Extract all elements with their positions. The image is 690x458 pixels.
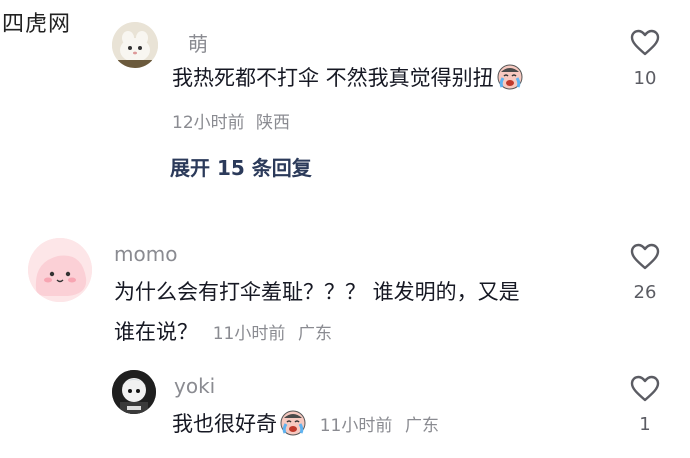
like-count: 10 xyxy=(633,68,657,89)
avatar-pink-blob-image xyxy=(28,238,92,302)
avatar[interactable] xyxy=(112,22,158,68)
crying-face-icon xyxy=(279,408,307,449)
crying-face-icon xyxy=(496,62,524,103)
avatar[interactable] xyxy=(112,370,156,414)
comment-text-line-with-meta: 谁在说？ 11小时前 广东 xyxy=(114,312,594,354)
heart-icon xyxy=(630,243,660,270)
like-button[interactable]: 1 xyxy=(615,374,675,435)
like-button[interactable]: 26 xyxy=(615,242,675,303)
comment-meta: 12小时前 陕西 xyxy=(172,108,290,133)
comment-text-line: 为什么会有打伞羞耻？？？ 谁发明的，又是 xyxy=(114,280,520,304)
comment-text-body: 我热死都不打伞 不然我真觉得别扭 xyxy=(172,66,494,90)
comment-time: 11小时前 xyxy=(319,416,393,436)
like-count: 26 xyxy=(633,282,657,303)
avatar-character-image xyxy=(112,370,156,414)
watermark: 四虎网 xyxy=(2,12,72,37)
comment-time: 11小时前 xyxy=(212,324,286,344)
heart-icon xyxy=(630,375,660,402)
like-button[interactable]: 10 xyxy=(615,28,675,89)
avatar-cat-image xyxy=(112,22,158,68)
expand-replies-button[interactable]: 展开 15 条回复 xyxy=(170,152,312,181)
username[interactable]: 萌 xyxy=(188,28,208,57)
username[interactable]: yoki xyxy=(174,374,215,398)
comment-text: 为什么会有打伞羞耻？？？ 谁发明的，又是 谁在说？ 11小时前 广东 xyxy=(114,272,594,354)
like-count: 1 xyxy=(639,414,651,435)
comment-time: 12小时前 xyxy=(172,113,245,133)
comment-text-body: 我也很好奇 xyxy=(172,412,277,436)
heart-icon xyxy=(630,29,660,56)
comment-location: 广东 xyxy=(405,416,440,436)
comment-text: 我也很好奇 11小时前 广东 xyxy=(172,404,439,449)
comment-location: 广东 xyxy=(298,324,333,344)
comment-text-line: 谁在说？ xyxy=(114,320,198,344)
avatar[interactable] xyxy=(28,238,92,302)
comment-text: 我热死都不打伞 不然我真觉得别扭 xyxy=(172,58,524,103)
comment-location: 陕西 xyxy=(256,113,291,133)
username[interactable]: momo xyxy=(114,242,177,266)
